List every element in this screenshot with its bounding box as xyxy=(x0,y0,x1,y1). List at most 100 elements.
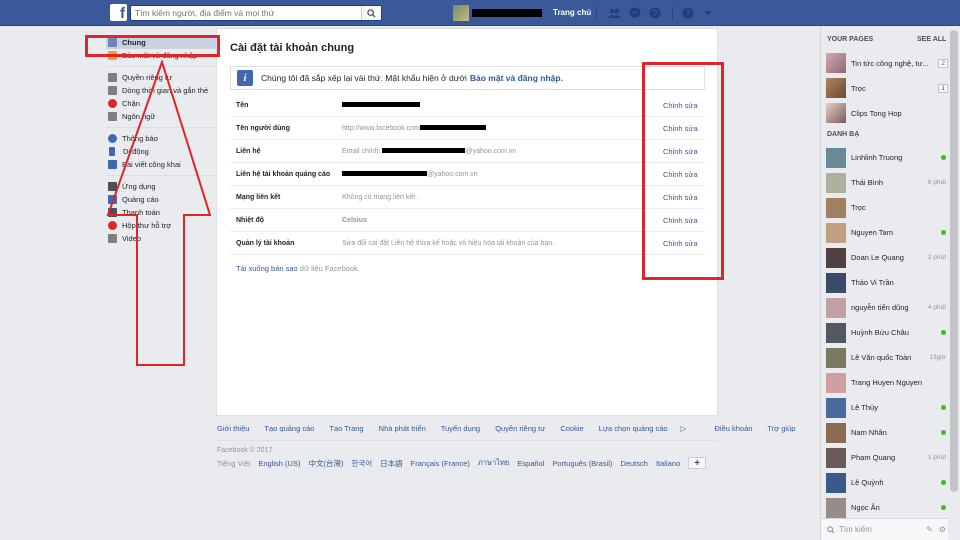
see-all-link[interactable]: SEE ALL xyxy=(917,36,946,43)
search-box[interactable] xyxy=(130,5,382,21)
setting-row-username[interactable]: Tên người dùng http://www.facebook.com C… xyxy=(230,117,705,140)
profile-avatar[interactable] xyxy=(453,5,469,21)
chat-settings-gear-icon[interactable]: ⚙ xyxy=(939,525,946,534)
help-icon[interactable]: ? xyxy=(681,6,695,20)
setting-row-name[interactable]: Tên Chỉnh sửa xyxy=(230,94,705,117)
row-value: Celsius xyxy=(342,216,367,224)
footer-link[interactable]: Giới thiệu xyxy=(217,424,249,433)
contact-item[interactable]: nguyễn tiến dũng 4 phút xyxy=(826,297,946,318)
setting-row-networks[interactable]: Mạng liên kết Không có mạng liên kết. Ch… xyxy=(230,186,705,209)
language-link[interactable]: English (US) xyxy=(258,459,300,468)
more-languages-plus-button[interactable]: + xyxy=(688,457,707,469)
contact-item[interactable]: Thái Bình 6 phút xyxy=(826,172,946,193)
scrollbar-thumb[interactable] xyxy=(950,30,958,492)
online-status-dot xyxy=(941,405,946,410)
footer-link[interactable]: Tạo Trang xyxy=(329,424,363,433)
row-label: Nhiệt độ xyxy=(236,216,264,224)
contact-name: Thái Bình xyxy=(851,178,884,187)
home-link[interactable]: Trang chủ xyxy=(553,8,591,17)
ad-choices-icon: ▷ xyxy=(680,424,687,433)
footer-link[interactable]: Lựa chọn quảng cáo ▷ xyxy=(599,424,700,433)
language-link[interactable]: Español xyxy=(517,459,544,468)
contact-name: Nam Nhân xyxy=(851,428,887,437)
page-name: Trọc xyxy=(851,83,866,93)
setting-row-temperature[interactable]: Nhiệt độ Celsius Chỉnh sửa xyxy=(230,209,705,232)
online-status-dot xyxy=(941,480,946,485)
search-input[interactable] xyxy=(131,6,356,20)
language-link[interactable]: Deutsch xyxy=(620,459,648,468)
contact-item[interactable]: Nguyen Tam xyxy=(826,222,946,243)
language-link[interactable]: Português (Brasil) xyxy=(552,459,612,468)
contact-name: nguyễn tiến dũng xyxy=(851,303,909,312)
contact-item[interactable]: Phạm Quang 1 phút xyxy=(826,447,946,468)
chat-search-placeholder: Tìm kiếm xyxy=(839,525,872,534)
footer-link[interactable]: Cookie xyxy=(560,424,583,433)
contact-item[interactable]: Thảo Vi Trần xyxy=(826,272,946,293)
language-link[interactable]: 中文(台灣) xyxy=(308,458,343,469)
download-copy-link[interactable]: Tải xuống bản sao xyxy=(236,264,298,273)
search-button[interactable] xyxy=(361,6,381,20)
current-language: Tiếng Việt xyxy=(217,458,251,468)
language-link[interactable]: Français (France) xyxy=(411,459,470,468)
notifications-globe-icon[interactable] xyxy=(648,6,662,20)
row-value: @yahoo.com.vn xyxy=(342,171,478,178)
contact-item[interactable]: Doan Le Quang 2 phút xyxy=(826,247,946,268)
online-status-dot xyxy=(941,155,946,160)
last-active-time: 6 phút xyxy=(927,179,946,186)
footer-link[interactable]: Điều khoản xyxy=(714,424,752,433)
language-link[interactable]: Italiano xyxy=(656,459,680,468)
chat-search[interactable]: Tìm kiếm ✎ ⚙ xyxy=(821,518,960,540)
row-value: Không có mạng liên kết. xyxy=(342,193,418,201)
contact-avatar xyxy=(826,247,846,268)
contact-item[interactable]: Trọc xyxy=(826,197,946,218)
footer-link[interactable]: Tạo quảng cáo xyxy=(264,424,314,433)
topbar-divider xyxy=(672,6,673,20)
contact-item[interactable]: Linhlinh Truong xyxy=(826,147,946,168)
footer-link[interactable]: Quyền riêng tư xyxy=(495,424,545,433)
row-value: Email chính: @yahoo.com.vn xyxy=(342,148,516,155)
page-title: Cài đặt tài khoản chung xyxy=(230,42,355,54)
setting-row-contact[interactable]: Liên hệ Email chính: @yahoo.com.vn Chỉnh… xyxy=(230,140,705,163)
contact-name: Doan Le Quang xyxy=(851,253,904,262)
row-value: http://www.facebook.com xyxy=(342,125,486,132)
page-item[interactable]: Tin tức công nghệ, tư... 2 xyxy=(826,53,948,73)
security-login-link[interactable]: Bảo mật và đăng nhập. xyxy=(470,73,563,83)
contact-item[interactable]: Huỳnh Bửu Châu xyxy=(826,322,946,343)
contact-item[interactable]: Lê Thủy xyxy=(826,397,946,418)
account-menu-chevron-down-icon[interactable] xyxy=(701,6,715,20)
new-message-icon[interactable]: ✎ xyxy=(926,525,933,534)
contact-avatar xyxy=(826,272,846,293)
contact-avatar xyxy=(826,397,846,418)
profile-name-redacted[interactable] xyxy=(472,9,542,17)
language-link[interactable]: 日本語 xyxy=(380,458,403,469)
language-link[interactable]: 한국어 xyxy=(351,458,372,469)
setting-row-ad-account-contact[interactable]: Liên hệ tài khoản quảng cáo @yahoo.com.v… xyxy=(230,163,705,186)
contact-avatar xyxy=(826,322,846,343)
language-links: Tiếng Việt English (US) 中文(台灣) 한국어 日本語 F… xyxy=(217,457,707,469)
download-data: Tải xuống bản sao dữ liệu Facebook. xyxy=(236,264,360,273)
messenger-icon[interactable] xyxy=(628,6,642,20)
last-active-time: 13giờ xyxy=(929,354,946,361)
footer-link[interactable]: Trợ giúp xyxy=(767,424,795,433)
footer-link[interactable]: Nhà phát triển xyxy=(379,424,426,433)
contact-avatar xyxy=(826,197,846,218)
page-item[interactable]: Clips Tong Hop xyxy=(826,103,948,123)
contact-avatar xyxy=(826,372,846,393)
friend-requests-icon[interactable] xyxy=(607,6,621,20)
contact-item[interactable]: Lê Văn quốc Toàn 13giờ xyxy=(826,347,946,368)
language-link[interactable]: ภาษาไทย xyxy=(478,457,509,469)
contact-item[interactable]: Trang Huyen Nguyen xyxy=(826,372,946,393)
contact-item[interactable]: Lê Quỳnh xyxy=(826,472,946,493)
row-label: Tên người dùng xyxy=(236,124,290,132)
page-name: Clips Tong Hop xyxy=(851,108,902,118)
contact-item[interactable]: Ngọc Ân xyxy=(826,497,946,518)
setting-row-manage-account[interactable]: Quản lý tài khoản Sửa đổi cài đặt Liên h… xyxy=(230,232,705,255)
topbar-divider xyxy=(596,6,597,20)
facebook-logo-icon[interactable]: f xyxy=(110,4,127,21)
top-bar: f Trang chủ ? xyxy=(0,0,960,26)
row-label: Liên hệ tài khoản quảng cáo xyxy=(236,170,331,178)
footer-link[interactable]: Tuyển dụng xyxy=(441,424,480,433)
page-item[interactable]: Trọc 1 xyxy=(826,78,948,98)
contact-item[interactable]: Nam Nhân xyxy=(826,422,946,443)
contact-avatar xyxy=(826,222,846,243)
